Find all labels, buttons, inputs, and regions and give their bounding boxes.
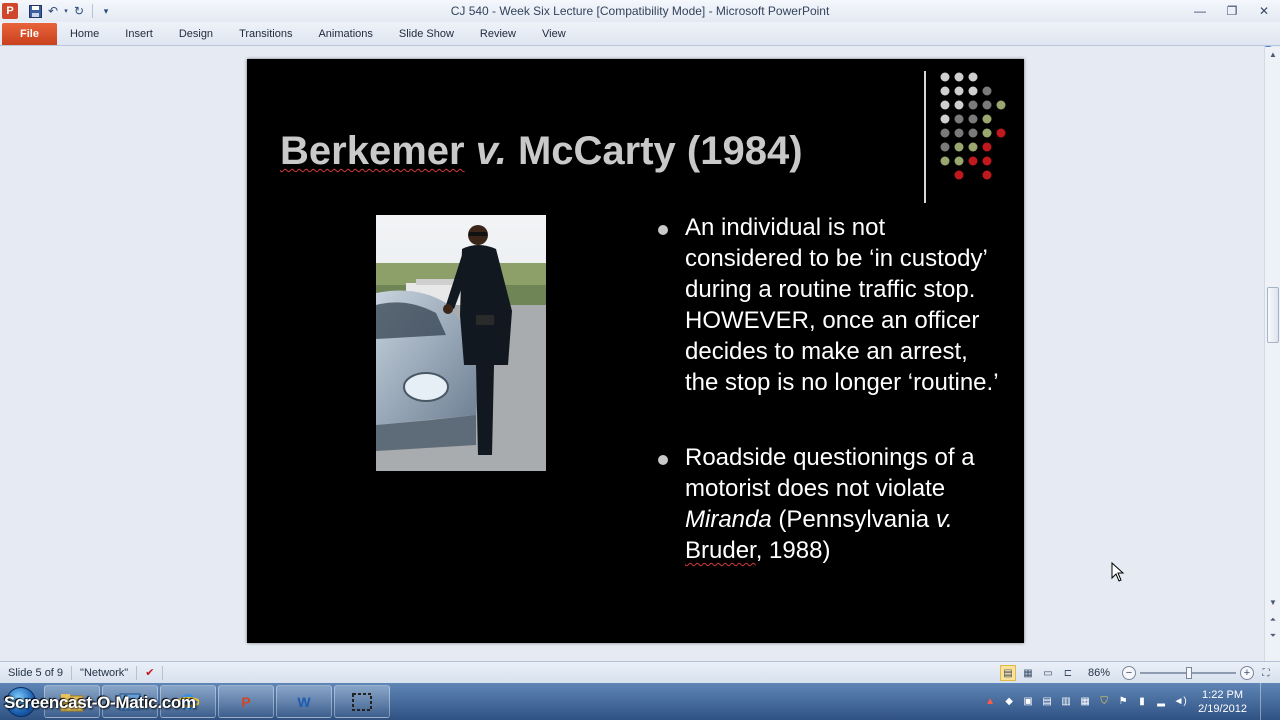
title-divider-line — [924, 71, 926, 203]
system-tray: ▲ ◆ ▣ ▤ ▥ ▦ ⛉ ⚑ ▮ ▂ ◄) 1:22 PM 2/19/2012 — [983, 683, 1280, 720]
tab-view[interactable]: View — [529, 23, 579, 45]
next-slide-icon[interactable]: ⏷ — [1265, 629, 1280, 643]
taskbar-powerpoint-icon[interactable]: P — [218, 685, 274, 718]
minimize-icon[interactable]: — — [1184, 0, 1216, 22]
battery-icon[interactable]: ▮ — [1135, 695, 1149, 709]
bullet-text: , 1988) — [755, 537, 831, 564]
tray-app-icon[interactable]: ▦ — [1078, 695, 1092, 709]
slide-canvas[interactable]: Berkemer v. McCarty (1984) An individual… — [247, 59, 1024, 643]
tray-app-icon[interactable]: ▣ — [1021, 695, 1035, 709]
slide-counter: Slide 5 of 9 — [8, 666, 64, 679]
traffic-stop-photo[interactable] — [376, 215, 546, 471]
window-controls: — ❐ ✕ — [1184, 0, 1280, 22]
clock-date: 2/19/2012 — [1198, 702, 1247, 715]
restore-icon[interactable]: ❐ — [1216, 0, 1248, 22]
normal-view-icon[interactable]: ▤ — [999, 665, 1016, 681]
tab-file[interactable]: File — [2, 23, 57, 45]
zoom-level[interactable]: 86% — [1080, 667, 1118, 679]
title-bar: P ↶ ▾ ↻ ▾ CJ 540 - Week Six Lecture [Com… — [0, 0, 1280, 22]
tab-home[interactable]: Home — [57, 23, 112, 45]
tray-app-icon[interactable]: ▥ — [1059, 695, 1073, 709]
powerpoint-app-icon[interactable]: P — [2, 3, 18, 19]
toolbar-separator — [92, 4, 93, 18]
bullet-item: Roadside questionings of a motorist does… — [655, 442, 1005, 566]
close-icon[interactable]: ✕ — [1248, 0, 1280, 22]
scroll-up-icon[interactable]: ▲ — [1265, 47, 1280, 61]
scrollbar-thumb[interactable] — [1267, 287, 1279, 343]
zoom-in-icon[interactable]: + — [1240, 666, 1254, 680]
title-versus: v. — [475, 129, 507, 173]
undo-dropdown-icon[interactable]: ▾ — [62, 2, 70, 20]
title-case-name: Berkemer — [280, 129, 465, 173]
spellcheck-icon[interactable]: ✔ — [137, 666, 162, 679]
reading-view-icon[interactable]: ▭ — [1040, 665, 1056, 681]
vertical-scrollbar[interactable]: ▲ ▼ ⏶ ⏷ — [1264, 47, 1280, 661]
status-bar: Slide 5 of 9 "Network" ✔ ▤ ▦ ▭ ⊏ 86% − +… — [0, 661, 1280, 683]
slide-show-view-icon[interactable]: ⊏ — [1060, 665, 1076, 681]
slide-editing-pane[interactable]: Berkemer v. McCarty (1984) An individual… — [0, 47, 1264, 661]
show-desktop-button[interactable] — [1260, 683, 1272, 720]
scroll-down-icon[interactable]: ▼ — [1265, 595, 1280, 609]
tray-app-icon[interactable]: ▤ — [1040, 695, 1054, 709]
status-divider — [162, 665, 164, 680]
undo-icon[interactable]: ↶ — [44, 2, 62, 20]
zoom-out-icon[interactable]: − — [1122, 666, 1136, 680]
decorative-dot-grid — [940, 72, 1006, 180]
view-and-zoom-controls: ▤ ▦ ▭ ⊏ 86% − + ⛶ — [999, 662, 1280, 684]
bullet-item: An individual is not considered to be ‘i… — [655, 212, 1005, 398]
zoom-slider[interactable] — [1140, 665, 1236, 681]
zoom-knob[interactable] — [1186, 667, 1192, 679]
tab-animations[interactable]: Animations — [305, 23, 385, 45]
clock-time: 1:22 PM — [1202, 688, 1244, 701]
acrobat-icon[interactable]: ▲ — [983, 695, 997, 709]
taskbar-snipping-icon[interactable] — [334, 685, 390, 718]
tab-insert[interactable]: Insert — [112, 23, 166, 45]
slide-sorter-view-icon[interactable]: ▦ — [1020, 665, 1036, 681]
taskbar-word-icon[interactable]: W — [276, 685, 332, 718]
bullet-text: (Pennsylvania — [771, 506, 936, 533]
bullet-italic-text: v. — [935, 506, 953, 533]
title-rest: McCarty (1984) — [506, 129, 803, 173]
customize-toolbar-icon[interactable]: ▾ — [97, 2, 115, 20]
bullet-italic-text: Miranda — [685, 506, 772, 533]
quick-access-toolbar: P ↶ ▾ ↻ ▾ — [0, 0, 115, 22]
action-center-flag-icon[interactable]: ⚑ — [1116, 695, 1130, 709]
previous-slide-icon[interactable]: ⏶ — [1265, 613, 1280, 627]
taskbar-clock[interactable]: 1:22 PM 2/19/2012 — [1198, 688, 1247, 716]
tray-app-icon[interactable]: ◆ — [1002, 695, 1016, 709]
ribbon-tabs: File Home Insert Design Transitions Anim… — [0, 22, 1280, 62]
theme-name: "Network" — [80, 666, 129, 679]
tab-transitions[interactable]: Transitions — [226, 23, 305, 45]
bullet-text: Roadside questionings of a motorist does… — [685, 444, 975, 502]
tab-review[interactable]: Review — [467, 23, 529, 45]
network-signal-icon[interactable]: ▂ — [1154, 695, 1168, 709]
security-shield-icon[interactable]: ⛉ — [1097, 695, 1111, 709]
screencast-watermark: Screencast-O-Matic.com — [4, 693, 196, 712]
save-icon[interactable] — [26, 2, 44, 20]
bullet-list[interactable]: An individual is not considered to be ‘i… — [655, 212, 1005, 566]
fit-slide-icon[interactable]: ⛶ — [1258, 665, 1274, 681]
mouse-pointer-icon — [1111, 562, 1125, 582]
slide-title[interactable]: Berkemer v. McCarty (1984) — [280, 129, 803, 174]
volume-icon[interactable]: ◄) — [1173, 695, 1187, 709]
window-title: CJ 540 - Week Six Lecture [Compatibility… — [450, 4, 830, 18]
redo-icon[interactable]: ↻ — [70, 2, 88, 20]
bullet-case-name: Bruder — [685, 537, 756, 564]
tab-design[interactable]: Design — [166, 23, 226, 45]
tab-slide-show[interactable]: Slide Show — [386, 23, 467, 45]
